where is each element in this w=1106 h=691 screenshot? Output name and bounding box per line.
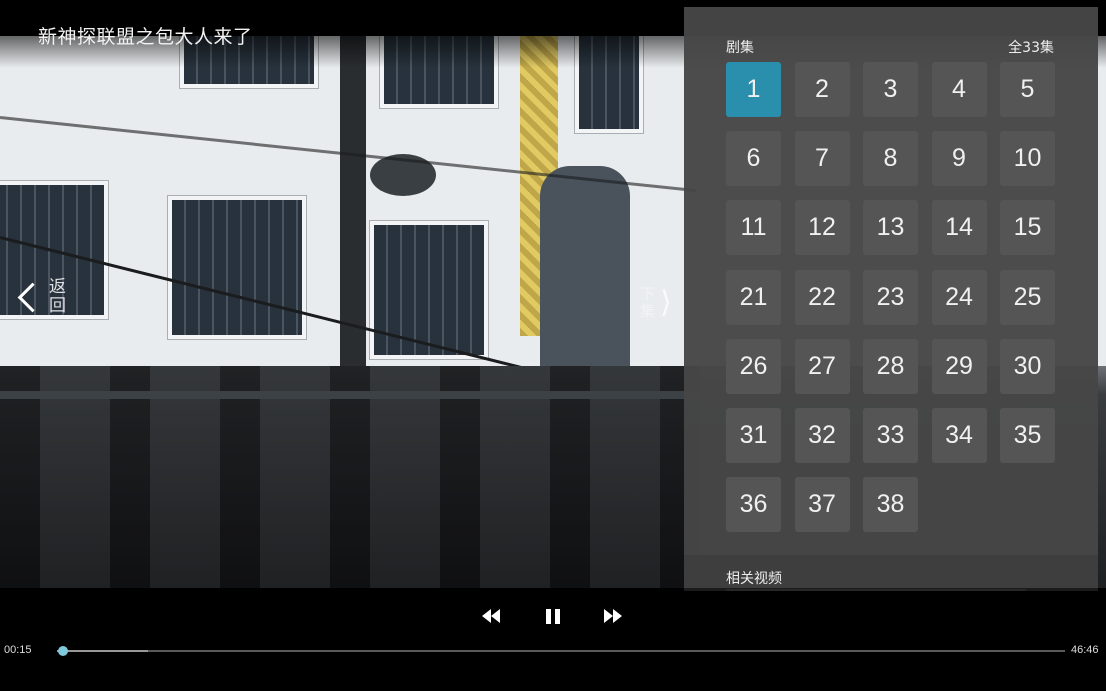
episode-button-24[interactable]: 24 [931,269,987,325]
player-controls: 00:15 46:46 [0,588,1106,691]
episode-button-33[interactable]: 33 [863,408,918,463]
progress-buffer [57,650,148,652]
building-window [168,196,306,339]
episode-button-36[interactable]: 36 [726,477,781,533]
building-window [370,221,488,359]
episode-button-15[interactable]: 15 [1000,200,1055,256]
next-episode-button[interactable]: 下集 ⟩ [640,285,672,320]
episode-button-12[interactable]: 12 [794,200,850,256]
episode-button-30[interactable]: 30 [1000,338,1055,394]
episode-button-10[interactable]: 10 [1000,131,1055,187]
episode-button-26[interactable]: 26 [726,338,781,394]
episode-button-11[interactable]: 11 [726,200,781,256]
video-title: 新神探联盟之包大人来了 [38,26,253,48]
episode-panel-header: 剧集 全33集 [726,37,1054,57]
episode-button-29[interactable]: 29 [931,338,987,394]
back-label: 返回 [49,277,66,316]
pause-button[interactable] [538,606,568,626]
episode-button-3[interactable]: 3 [863,62,918,117]
fast-forward-button[interactable] [598,606,628,626]
next-label: 下集 [640,284,656,320]
episode-button-28[interactable]: 28 [863,338,918,394]
lamp-pole [340,36,366,366]
episode-button-22[interactable]: 22 [794,269,850,325]
chevron-right-icon: ⟩ [660,285,672,320]
progress-knob[interactable] [58,646,69,656]
episode-button-35[interactable]: 35 [1000,408,1055,463]
episode-section-label: 剧集 [726,40,754,56]
pause-icon [544,608,562,624]
episode-button-4[interactable]: 4 [931,62,987,117]
episode-panel: 剧集 全33集 1 2 3 4 5 6 7 8 9 10 11 12 13 14 15 21 22 23 24 25 2… [684,7,1098,591]
episode-button-5[interactable]: 5 [1000,62,1055,117]
episode-button-14[interactable]: 14 [931,200,987,256]
running-figure [540,166,630,396]
episode-button-2[interactable]: 2 [794,62,850,117]
current-time: 00:15 [4,644,32,656]
episode-button-31[interactable]: 31 [726,408,781,463]
episode-button-13[interactable]: 13 [863,200,918,256]
episode-button-25[interactable]: 25 [1000,269,1055,325]
chevron-left-icon [17,282,48,312]
episode-button-32[interactable]: 32 [794,408,850,463]
back-button[interactable]: 返回 [17,277,69,316]
episode-button-8[interactable]: 8 [863,131,918,187]
fast-forward-icon [604,609,622,623]
related-videos-section[interactable]: 相关视频 [684,555,1098,591]
rewind-button[interactable] [476,606,506,626]
episode-button-21[interactable]: 21 [726,269,781,325]
episode-button-7[interactable]: 7 [794,131,850,187]
rewind-icon [482,609,500,623]
episode-total-label: 全33集 [1008,40,1054,56]
episode-button-1[interactable]: 1 [726,62,781,117]
roof-railing [0,391,700,399]
episode-button-37[interactable]: 37 [794,477,850,533]
progress-bar[interactable] [57,646,1065,656]
episode-button-23[interactable]: 23 [863,269,918,325]
related-videos-label: 相关视频 [726,571,782,587]
episode-button-34[interactable]: 34 [931,408,987,463]
rooftop [0,366,700,588]
episode-button-27[interactable]: 27 [794,338,850,394]
total-time: 46:46 [1071,644,1099,656]
episode-button-6[interactable]: 6 [726,131,781,187]
episode-button-38[interactable]: 38 [863,477,918,533]
episode-button-9[interactable]: 9 [931,131,987,187]
